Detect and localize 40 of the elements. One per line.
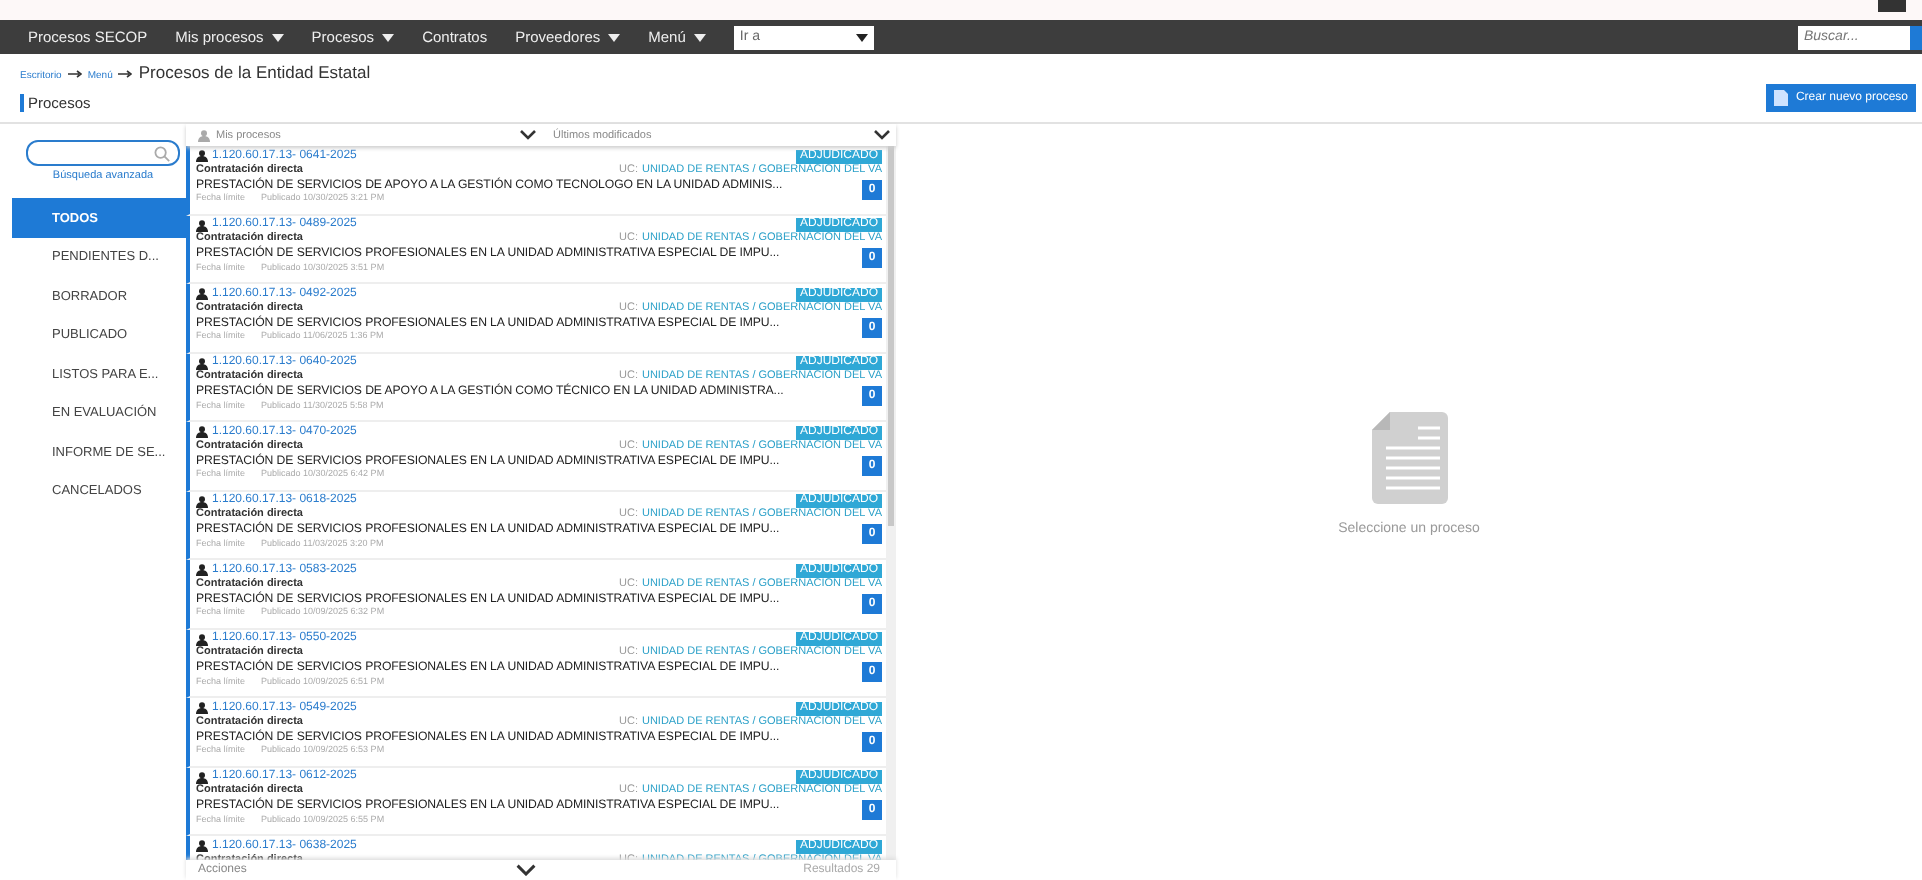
caret-icon bbox=[608, 33, 621, 41]
document-icon bbox=[1773, 90, 1788, 106]
person-icon bbox=[196, 564, 208, 576]
person-icon bbox=[196, 771, 208, 783]
person-icon bbox=[196, 288, 208, 300]
search-button[interactable] bbox=[1910, 25, 1922, 49]
process-list-item[interactable] bbox=[186, 284, 886, 353]
process-list-item[interactable] bbox=[186, 422, 886, 491]
person-icon bbox=[196, 219, 208, 231]
process-list-item[interactable] bbox=[186, 560, 886, 629]
person-icon bbox=[196, 702, 208, 714]
scrollbar[interactable] bbox=[886, 146, 896, 860]
caret-icon bbox=[855, 33, 868, 41]
person-icon bbox=[196, 633, 208, 645]
chevron-down-icon[interactable] bbox=[515, 864, 535, 876]
search-icon bbox=[154, 145, 170, 161]
sidebar-search-field[interactable] bbox=[26, 140, 180, 166]
arrow-right-icon bbox=[67, 70, 82, 78]
document-icon bbox=[1369, 409, 1449, 505]
process-list-item[interactable] bbox=[186, 353, 886, 422]
person-icon bbox=[196, 840, 208, 852]
process-list-item[interactable] bbox=[186, 215, 886, 284]
caret-icon bbox=[271, 33, 284, 41]
process-list-item[interactable] bbox=[186, 146, 886, 215]
process-list-item[interactable] bbox=[186, 767, 886, 836]
person-icon bbox=[196, 426, 208, 438]
caret-icon bbox=[382, 33, 395, 41]
chevron-down-icon bbox=[874, 130, 890, 140]
person-icon bbox=[196, 150, 208, 162]
arrow-right-icon bbox=[118, 70, 133, 78]
page-title: Procesos de la Entidad Estatal bbox=[138, 62, 371, 82]
process-list-item[interactable] bbox=[186, 698, 886, 767]
chevron-down-icon bbox=[519, 130, 535, 140]
person-icon bbox=[196, 357, 208, 369]
person-icon bbox=[198, 129, 210, 141]
process-list-item[interactable] bbox=[186, 629, 886, 698]
process-list-item[interactable] bbox=[186, 491, 886, 560]
person-icon bbox=[196, 495, 208, 507]
caret-icon bbox=[693, 33, 706, 41]
header-image-placeholder bbox=[1878, 0, 1906, 12]
